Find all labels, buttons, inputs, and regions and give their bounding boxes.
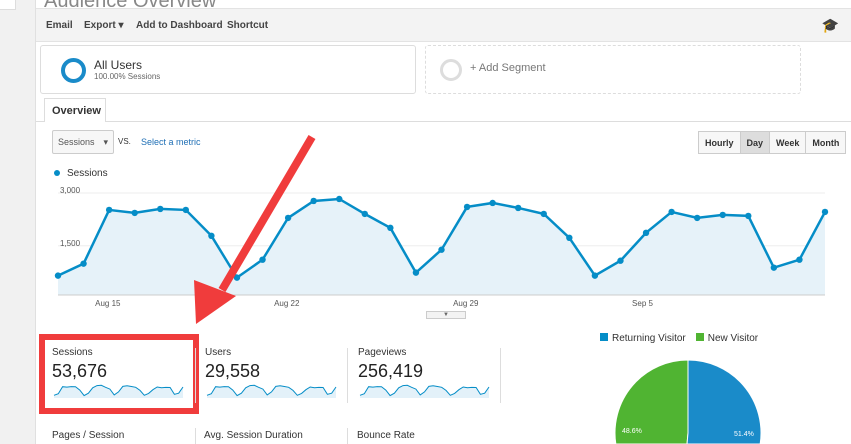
metric-select-value: Sessions — [58, 137, 95, 147]
data-point — [336, 195, 343, 203]
metric-users[interactable]: Users 29,558 — [205, 347, 345, 398]
segment-ring-icon — [61, 58, 86, 83]
data-point — [80, 260, 87, 267]
data-point — [438, 246, 445, 253]
x-tick-label: Aug 29 — [453, 299, 479, 308]
email-button[interactable]: Email — [46, 20, 73, 31]
metric-value: 29,558 — [205, 361, 261, 381]
data-point — [54, 272, 62, 279]
data-point — [668, 208, 675, 216]
period-week[interactable]: Week — [769, 131, 807, 154]
metric-label: Sessions — [52, 347, 93, 358]
segment-name: All Users — [94, 58, 143, 72]
add-segment-button[interactable]: + Add Segment — [425, 45, 801, 94]
period-day[interactable]: Day — [739, 131, 771, 154]
metric-label: Users — [205, 347, 232, 358]
legend-dot — [54, 170, 60, 176]
y-tick-label: 3,000 — [60, 186, 81, 195]
data-point — [489, 199, 496, 207]
metric-sparkline — [359, 384, 490, 398]
data-point — [617, 257, 624, 264]
pie-label-new: 48.6% — [622, 428, 642, 435]
divider — [347, 348, 348, 403]
data-point — [591, 272, 599, 279]
metric-bounce-rate: Bounce Rate — [357, 430, 415, 441]
data-point — [770, 264, 778, 271]
shortcut-button[interactable]: Shortcut — [227, 20, 268, 31]
legend-label: Sessions — [67, 168, 108, 179]
data-point — [796, 256, 803, 263]
metric-sparkline — [206, 384, 337, 398]
metric-value: 53,676 — [52, 361, 108, 381]
metric-sparkline — [53, 384, 184, 398]
metric-sessions[interactable]: Sessions 53,676 — [52, 347, 192, 398]
data-point — [693, 214, 701, 222]
data-point — [361, 210, 368, 218]
divider — [195, 348, 196, 403]
tab-overview[interactable]: Overview — [44, 98, 106, 122]
metric-pageviews[interactable]: Pageviews 256,419 — [358, 347, 498, 398]
sessions-chart: Sessions 3,000 1,500 Aug 15 Aug 22 Aug 29 Sep … — [54, 168, 829, 308]
divider — [500, 348, 501, 403]
divider — [347, 428, 348, 444]
pie-label-returning: 51.4% — [734, 431, 754, 438]
legend-new[interactable]: New Visitor — [695, 333, 758, 344]
data-point — [233, 274, 241, 281]
period-hourly[interactable]: Hourly — [698, 131, 741, 154]
data-point — [642, 229, 650, 237]
data-point — [105, 206, 113, 214]
data-point — [182, 206, 190, 214]
select-metric-link[interactable]: Select a metric — [141, 137, 201, 147]
legend-returning[interactable]: Returning Visitor — [600, 333, 686, 344]
metric-select[interactable]: Sessions ▾ — [52, 130, 114, 154]
chevron-down-icon: ▾ — [103, 137, 108, 147]
toolbar: Email Export ▾ Add to Dashboard Shortcut… — [36, 8, 851, 42]
segment-all-users[interactable]: All Users 100.00% Sessions — [40, 45, 416, 94]
divider — [195, 428, 196, 444]
metric-pages-per-session: Pages / Session — [52, 430, 125, 441]
x-tick-label: Sep 5 — [632, 299, 653, 308]
data-point — [208, 232, 215, 240]
tab-divider — [36, 121, 851, 122]
x-tick-label: Aug 22 — [274, 299, 300, 308]
data-point — [284, 214, 292, 222]
data-point — [745, 212, 752, 220]
period-buttons: Hourly Day Week Month — [698, 131, 847, 154]
data-point — [310, 197, 317, 205]
data-point — [259, 256, 266, 263]
data-point — [463, 203, 471, 211]
data-point — [515, 204, 522, 212]
segment-empty-icon — [440, 59, 462, 81]
data-point — [131, 209, 138, 217]
x-tick-label: Aug 15 — [95, 299, 121, 308]
chart-resize-handle[interactable]: ▼ — [426, 311, 466, 319]
data-point — [540, 210, 547, 218]
metric-avg-session-duration: Avg. Session Duration — [204, 430, 303, 441]
visitor-pie-chart: 48.6% 51.4% — [614, 359, 762, 444]
vs-label: VS. — [118, 137, 131, 146]
period-month[interactable]: Month — [805, 131, 847, 154]
data-point — [157, 205, 164, 213]
data-point — [566, 234, 573, 242]
pie-legend: Returning Visitor New Visitor — [600, 333, 758, 344]
export-button[interactable]: Export ▾ — [84, 20, 123, 31]
data-point — [387, 224, 394, 232]
segment-sub: 100.00% Sessions — [94, 72, 161, 81]
add-segment-label: + Add Segment — [470, 62, 546, 74]
metric-label: Pageviews — [358, 347, 407, 358]
add-to-dashboard-button[interactable]: Add to Dashboard — [136, 20, 223, 31]
data-point — [412, 269, 420, 276]
data-point — [719, 211, 726, 219]
metric-value: 256,419 — [358, 361, 424, 381]
y-tick-label: 1,500 — [60, 239, 81, 248]
data-point — [821, 208, 829, 216]
sidebar-box — [0, 0, 16, 10]
graduation-cap-icon[interactable]: 🎓 — [822, 17, 839, 34]
